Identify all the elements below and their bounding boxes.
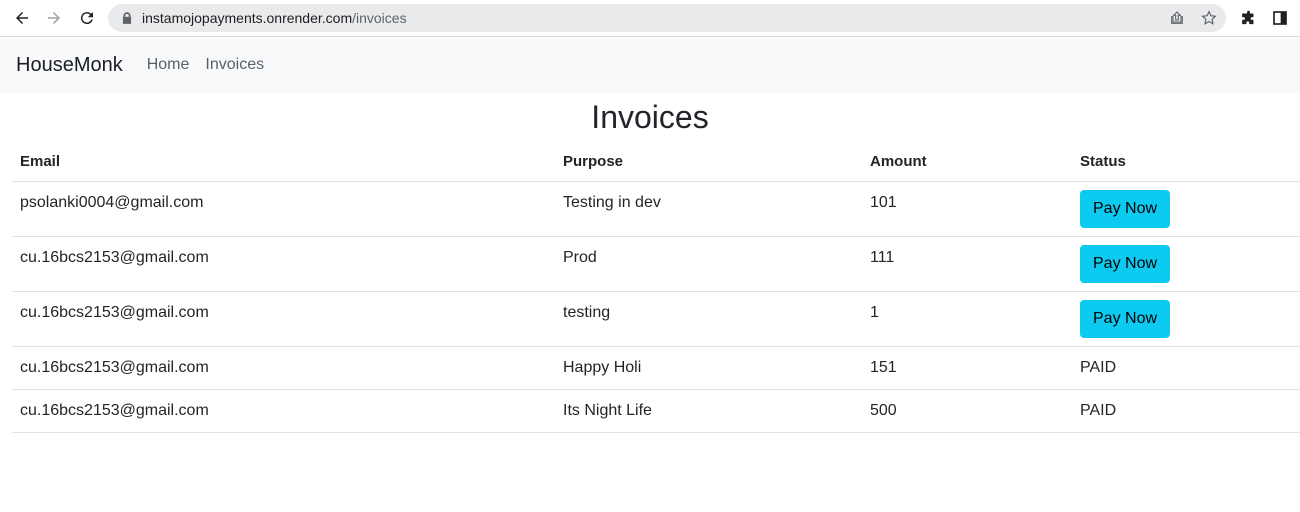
cell-email: cu.16bcs2153@gmail.com	[12, 346, 555, 390]
page-title: Invoices	[591, 99, 709, 135]
table-row: cu.16bcs2153@gmail.com Its Night Life 50…	[12, 389, 1300, 433]
nav-link-invoices[interactable]: Invoices	[205, 56, 264, 74]
cell-amount: 500	[862, 389, 1072, 433]
cell-amount: 151	[862, 346, 1072, 390]
url-text: instamojopayments.onrender.com/invoices	[142, 10, 407, 26]
address-bar[interactable]: instamojopayments.onrender.com/invoices	[108, 4, 1226, 32]
status-paid-text: PAID	[1072, 346, 1300, 390]
cell-email: cu.16bcs2153@gmail.com	[12, 389, 555, 433]
header-status: Status	[1072, 139, 1300, 182]
cell-email: psolanki0004@gmail.com	[12, 181, 555, 237]
header-email: Email	[12, 139, 555, 182]
cell-purpose: Prod	[555, 236, 862, 292]
cell-amount: 101	[862, 181, 1072, 237]
share-icon[interactable]	[1168, 9, 1186, 27]
cell-purpose: testing	[555, 291, 862, 347]
cell-status: Pay Now	[1072, 181, 1300, 237]
table-row: cu.16bcs2153@gmail.com Prod 111 Pay Now	[12, 236, 1300, 292]
lock-icon[interactable]	[120, 11, 134, 25]
back-arrow-icon[interactable]	[11, 7, 33, 29]
side-panel-icon[interactable]	[1271, 9, 1289, 27]
pay-now-button[interactable]: Pay Now	[1080, 190, 1171, 228]
brand-logo-text[interactable]: HouseMonk	[16, 54, 123, 77]
invoices-table: Email Purpose Amount Status psolanki0004…	[12, 139, 1300, 433]
navbar: HouseMonk Home Invoices	[0, 37, 1300, 93]
forward-arrow-icon[interactable]	[43, 7, 65, 29]
cell-purpose: Its Night Life	[555, 389, 862, 433]
extensions-puzzle-icon[interactable]	[1239, 9, 1257, 27]
cell-purpose: Happy Holi	[555, 346, 862, 390]
table-header-row: Email Purpose Amount Status	[12, 139, 1300, 182]
cell-amount: 111	[862, 236, 1072, 292]
cell-amount: 1	[862, 291, 1072, 347]
cell-status: Pay Now	[1072, 236, 1300, 292]
pay-now-button[interactable]: Pay Now	[1080, 300, 1171, 338]
pay-now-button[interactable]: Pay Now	[1080, 245, 1171, 283]
table-row: cu.16bcs2153@gmail.com testing 1 Pay Now	[12, 291, 1300, 347]
nav-link-home[interactable]: Home	[147, 56, 190, 74]
cell-purpose: Testing in dev	[555, 181, 862, 237]
cell-email: cu.16bcs2153@gmail.com	[12, 236, 555, 292]
header-purpose: Purpose	[555, 139, 862, 182]
header-amount: Amount	[862, 139, 1072, 182]
browser-toolbar: instamojopayments.onrender.com/invoices	[0, 0, 1300, 37]
table-row: psolanki0004@gmail.com Testing in dev 10…	[12, 181, 1300, 237]
status-paid-text: PAID	[1072, 389, 1300, 433]
table-row: cu.16bcs2153@gmail.com Happy Holi 151 PA…	[12, 346, 1300, 390]
reload-icon[interactable]	[76, 7, 98, 29]
bookmark-star-icon[interactable]	[1200, 9, 1218, 27]
cell-status: Pay Now	[1072, 291, 1300, 347]
cell-email: cu.16bcs2153@gmail.com	[12, 291, 555, 347]
